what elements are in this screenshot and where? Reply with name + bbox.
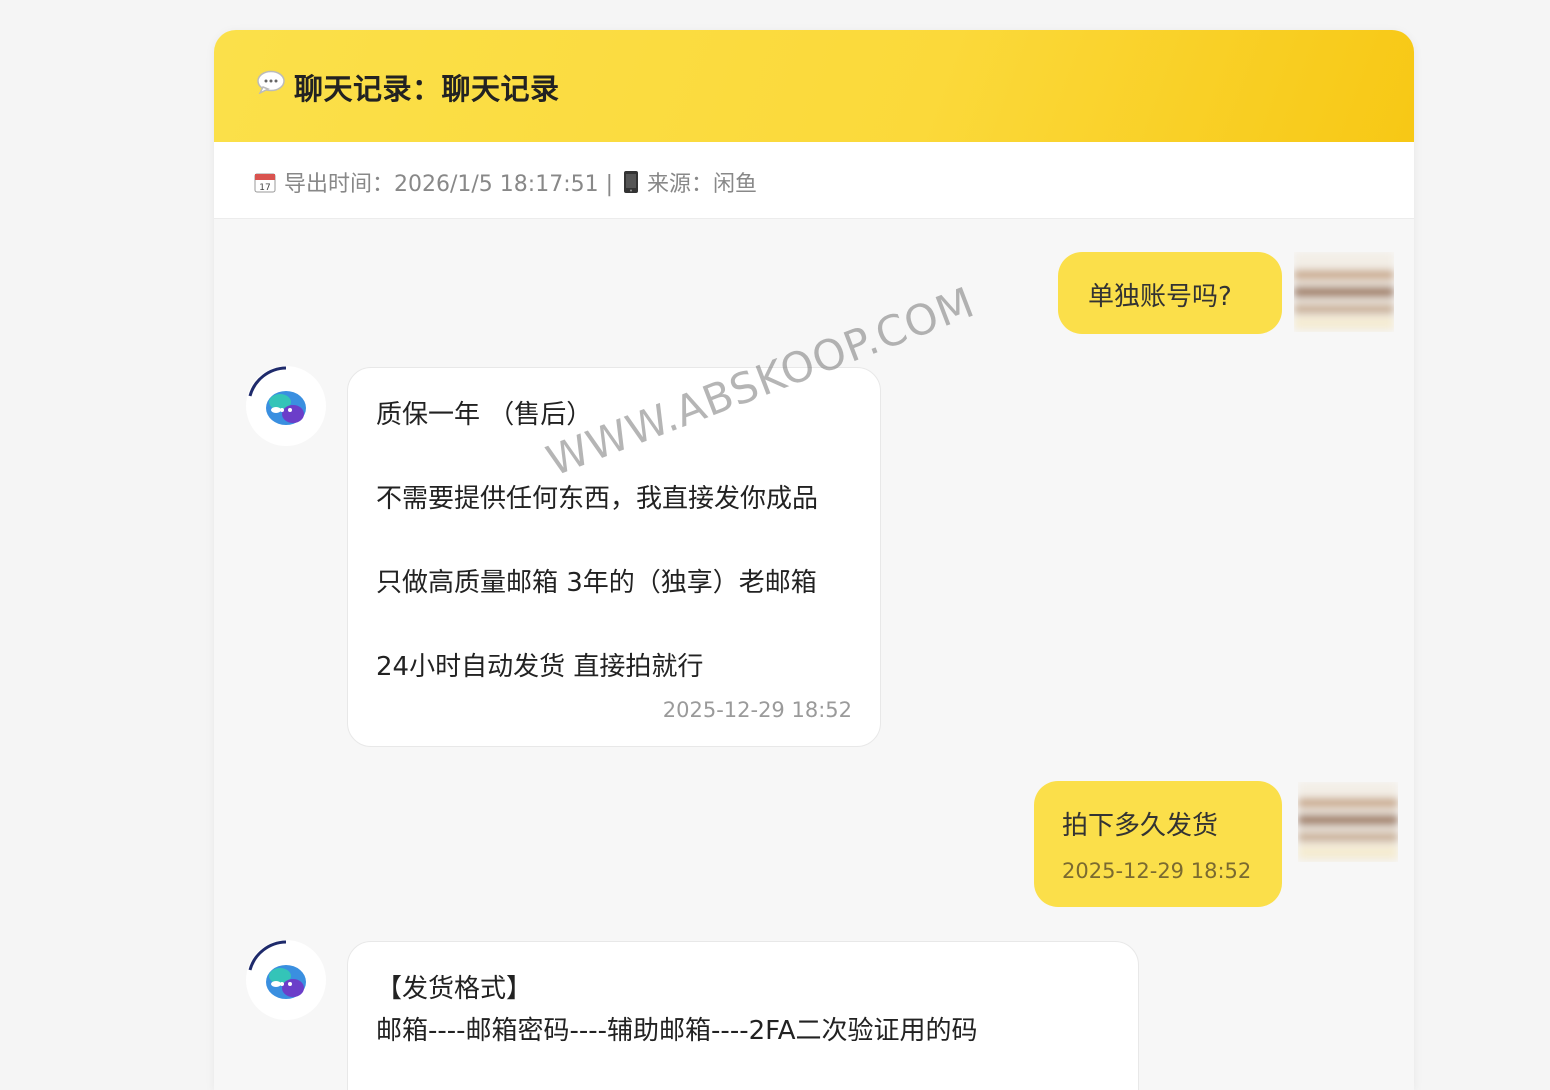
seller-avatar[interactable] — [246, 940, 326, 1020]
calendar-icon: 17 — [254, 173, 276, 193]
sheep-mascot-icon — [247, 940, 325, 1019]
message-line: 只做高质量邮箱 3年的（独享）老邮箱 — [376, 568, 817, 598]
user-avatar[interactable] — [1294, 252, 1394, 332]
message-timestamp: 2025-12-29 18:52 — [662, 698, 852, 722]
message-line: 【发货格式】 — [376, 974, 533, 1004]
message-bubble-incoming: 质保一年 （售后） 不需要提供任何东西，我直接发你成品 只做高质量邮箱 3年的（… — [347, 367, 881, 747]
source-label: 来源：闲鱼 — [647, 172, 758, 197]
message-bubble-outgoing: 拍下多久发货 2025-12-29 18:52 — [1034, 781, 1282, 907]
message-bubble-outgoing: 单独账号吗? — [1058, 252, 1282, 334]
blurred-avatar-image — [1294, 252, 1394, 332]
user-avatar[interactable] — [1298, 782, 1398, 862]
message-timestamp: 2025-12-29 18:52 — [1062, 859, 1252, 883]
message-line: 不需要提供任何东西，我直接发你成品 — [376, 484, 819, 514]
blurred-avatar-image — [1298, 782, 1398, 862]
page-title: 聊天记录：聊天记录 — [294, 72, 560, 106]
seller-avatar[interactable] — [246, 366, 326, 446]
chat-export-card: 聊天记录：聊天记录 17 导出时间：2026/1/5 18:17:51 | 来源… — [214, 30, 1414, 1090]
message-line: 质保一年 （售后） — [376, 400, 593, 430]
export-meta-bar: 17 导出时间：2026/1/5 18:17:51 | 来源：闲鱼 — [214, 142, 1414, 219]
message-text: 拍下多久发货 — [1062, 811, 1219, 841]
message-line: 邮箱----邮箱密码----辅助邮箱----2FA二次验证用的码 — [376, 1016, 978, 1046]
speech-bubble-icon — [257, 70, 285, 94]
message-bubble-incoming: 【发货格式】 邮箱----邮箱密码----辅助邮箱----2FA二次验证用的码 — [347, 941, 1139, 1090]
message-text: 单独账号吗? — [1088, 282, 1232, 312]
chat-header: 聊天记录：聊天记录 — [214, 30, 1414, 142]
export-time-label: 导出时间：2026/1/5 18:17:51 | — [284, 172, 614, 197]
sheep-mascot-icon — [247, 366, 325, 445]
meta-row: 17 导出时间：2026/1/5 18:17:51 | 来源：闲鱼 — [254, 166, 757, 198]
mobile-phone-icon — [624, 171, 639, 193]
message-line: 24小时自动发货 直接拍就行 — [376, 652, 704, 682]
svg-text:17: 17 — [259, 183, 270, 193]
